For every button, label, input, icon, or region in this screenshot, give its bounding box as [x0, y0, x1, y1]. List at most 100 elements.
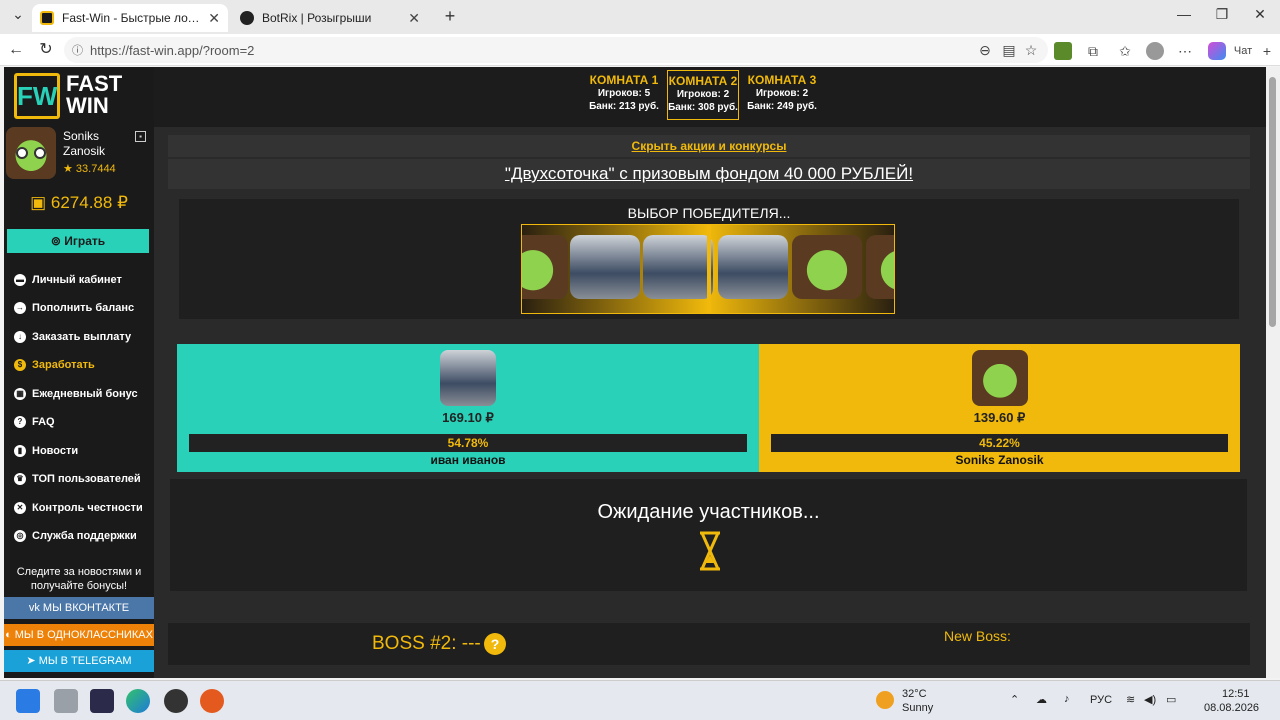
- menu-faq[interactable]: ? FAQ: [14, 413, 152, 431]
- close-icon[interactable]: ✕: [208, 10, 220, 27]
- menu-earn[interactable]: $ Заработать: [14, 356, 152, 374]
- money-icon: $: [14, 359, 26, 371]
- reel-avatar: [570, 235, 640, 299]
- tab-fast-win[interactable]: Fast-Win - Быстрые лотереи! Ком ✕: [32, 4, 228, 32]
- menu-support[interactable]: ◎ Служба поддержки: [14, 527, 152, 545]
- room-1-tab[interactable]: КОМНАТА 1 Игроков: 5 Банк: 213 руб.: [588, 70, 660, 120]
- tab-botrix[interactable]: BotRix | Розыгрыши ✕: [232, 4, 428, 32]
- sidebar-toggle-icon[interactable]: +: [1258, 42, 1276, 60]
- telegram-button[interactable]: ➤ МЫ В TELEGRAM: [4, 650, 154, 672]
- menu-withdraw[interactable]: ↓ Заказать выплату: [14, 328, 152, 346]
- player-card-1: 169.10 ₽ 54.78% иван иванов: [177, 344, 759, 472]
- tab-title: Fast-Win - Быстрые лотереи! Ком: [62, 11, 200, 25]
- app-icon[interactable]: [164, 689, 188, 713]
- maximize-icon[interactable]: ❐: [1208, 6, 1236, 28]
- clock-date[interactable]: 08.08.2026: [1204, 702, 1259, 714]
- balance: ▣ 6274.88 ₽: [30, 193, 128, 212]
- boss-panel: BOSS #2: --- ? New Boss:: [168, 623, 1250, 665]
- app-icon[interactable]: [200, 689, 224, 713]
- question-icon: ?: [14, 416, 26, 428]
- player-avatar[interactable]: [440, 350, 496, 406]
- menu-fairness[interactable]: ✕ Контроль честности: [14, 499, 152, 517]
- cloud-icon[interactable]: ☁: [1036, 693, 1047, 706]
- menu-top-users[interactable]: ♛ ТОП пользователей: [14, 470, 152, 488]
- room-bank: Банк: 308 руб.: [668, 102, 738, 113]
- page-scrollbar[interactable]: [1266, 67, 1280, 678]
- room-players: Игроков: 2: [755, 88, 809, 99]
- close-icon[interactable]: ✕: [408, 10, 420, 27]
- favorites-icon[interactable]: ✩: [1116, 42, 1134, 60]
- trophy-icon: ♛: [14, 473, 26, 485]
- battery-icon[interactable]: ▭: [1166, 693, 1176, 706]
- room-3-tab[interactable]: КОМНАТА 3 Игроков: 2 Банк: 249 руб.: [746, 70, 818, 120]
- room-name: КОМНАТА 3: [747, 73, 817, 87]
- new-tab-icon[interactable]: +: [436, 6, 464, 28]
- weather-sun-icon[interactable]: [876, 691, 894, 709]
- scroll-thumb[interactable]: [1269, 77, 1276, 327]
- weather-desc: Sunny: [902, 702, 934, 714]
- boss-help-icon[interactable]: ?: [484, 633, 506, 655]
- tab-list-icon[interactable]: ⌄: [4, 6, 32, 28]
- room-bank: Банк: 249 руб.: [747, 101, 817, 112]
- reel-avatar: [718, 235, 788, 299]
- language-indicator[interactable]: РУС: [1090, 694, 1112, 706]
- reel-avatar: [792, 235, 862, 299]
- follow-text: Следите за новостями и получайте бонусы!: [16, 566, 142, 592]
- task-view-icon[interactable]: [54, 689, 78, 713]
- profile-card-icon[interactable]: ▪: [135, 131, 146, 142]
- minimize-icon[interactable]: —: [1170, 6, 1198, 28]
- back-icon[interactable]: ←: [6, 40, 26, 60]
- more-menu-icon[interactable]: ⋯: [1176, 42, 1194, 60]
- hide-promos-link[interactable]: Скрыть акции и конкурсы: [168, 135, 1250, 157]
- edge-icon[interactable]: [126, 689, 150, 713]
- room-players: Игроков: 5: [597, 88, 651, 99]
- site-info-icon[interactable]: ⓘ: [72, 42, 83, 58]
- extension-icon[interactable]: [1054, 42, 1072, 60]
- vk-button[interactable]: vk МЫ ВКОНТАКТЕ: [4, 597, 154, 619]
- copilot-icon[interactable]: [1208, 42, 1226, 60]
- chat-button[interactable]: Чат: [1228, 42, 1258, 60]
- menu-news[interactable]: ▮ Новости: [14, 442, 152, 460]
- tab-title: BotRix | Розыгрыши: [262, 11, 372, 25]
- url-text: https://fast-win.app/?room=2: [90, 42, 255, 58]
- user-name: Soniks Zanosik: [63, 129, 106, 158]
- refresh-icon[interactable]: ↻: [36, 40, 56, 60]
- reel-avatar: [643, 235, 713, 299]
- window-close-icon[interactable]: ✕: [1246, 6, 1274, 28]
- reader-icon[interactable]: ▤: [1000, 41, 1018, 59]
- menu-daily-bonus[interactable]: ▦ Ежедневный бонус: [14, 385, 152, 403]
- botrix-favicon-icon: [240, 11, 254, 25]
- zoom-icon[interactable]: ⊖: [976, 41, 994, 59]
- profile-avatar-icon[interactable]: [1146, 42, 1164, 60]
- cash-icon: ▣: [30, 193, 51, 212]
- menu-cabinet[interactable]: ▬ Личный кабинет: [14, 271, 152, 289]
- rooms-bar: КОМНАТА 1 Игроков: 5 Банк: 213 руб. КОМН…: [154, 67, 1266, 127]
- wifi-icon[interactable]: ≋: [1126, 693, 1135, 706]
- ok-button[interactable]: ◐ МЫ В ОДНОКЛАССНИКАХ: [4, 624, 154, 646]
- player-name: Soniks Zanosik: [955, 453, 1044, 467]
- player-card-2: 139.60 ₽ 45.22% Soniks Zanosik: [759, 344, 1240, 472]
- weather-temp: 32°C: [902, 688, 927, 700]
- url-bar[interactable]: ⓘ https://fast-win.app/?room=2 ⊖ ▤ ☆: [64, 37, 1048, 63]
- extensions-puzzle-icon[interactable]: ⧉: [1084, 42, 1102, 60]
- player-avatar[interactable]: [972, 350, 1028, 406]
- user-avatar[interactable]: [6, 127, 56, 179]
- menu-deposit[interactable]: → Пополнить баланс: [14, 299, 152, 317]
- windows-taskbar: 32°C Sunny ⌃ ☁ ♪ РУС ≋ ◀) ▭ 12:51 08.08.…: [0, 680, 1280, 720]
- waiting-text: Ожидание участников...: [597, 501, 820, 523]
- tray-chevron-icon[interactable]: ⌃: [1010, 693, 1019, 706]
- arrow-down-icon: ↓: [14, 331, 26, 343]
- logo-text: FAST WIN: [66, 71, 123, 118]
- play-button[interactable]: ⊚ Играть: [7, 229, 149, 253]
- room-2-tab[interactable]: КОМНАТА 2 Игроков: 2 Банк: 308 руб.: [667, 70, 739, 120]
- favorite-star-icon[interactable]: ☆: [1022, 41, 1040, 59]
- start-icon[interactable]: [16, 689, 40, 713]
- clock-time[interactable]: 12:51: [1222, 688, 1250, 700]
- app-icon[interactable]: [90, 689, 114, 713]
- site-logo[interactable]: FW FAST WIN: [14, 73, 126, 119]
- player-chance-bar: 54.78%: [189, 434, 747, 452]
- contest-banner-link[interactable]: "Двухсоточка" с призовым фондом 40 000 Р…: [168, 159, 1250, 189]
- fast-win-favicon-icon: [40, 11, 54, 25]
- microphone-icon[interactable]: ♪: [1064, 693, 1070, 705]
- volume-icon[interactable]: ◀): [1144, 693, 1156, 706]
